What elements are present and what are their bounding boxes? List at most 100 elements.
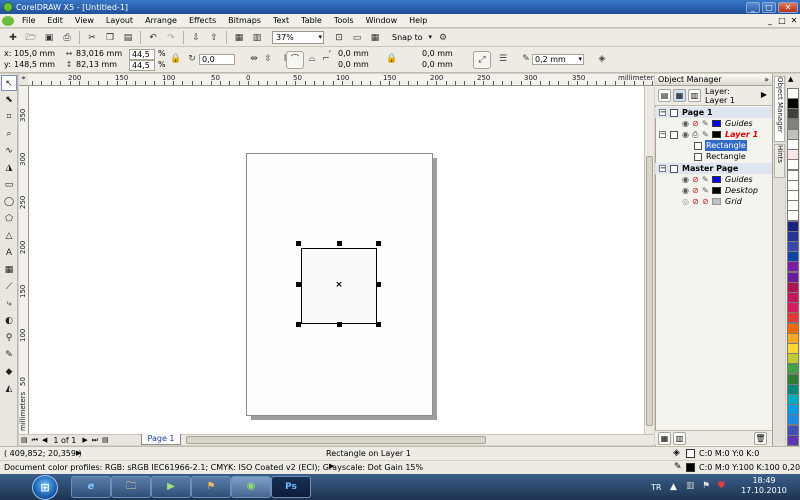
selection-handle[interactable] — [376, 282, 381, 287]
print-disabled-icon[interactable]: ⊘ — [692, 196, 699, 207]
vertical-scroll-thumb[interactable] — [646, 156, 653, 426]
internet-explorer-taskbar-icon[interactable]: e — [71, 476, 111, 498]
tree-object-rectangle-selected[interactable]: Rectangle — [655, 140, 772, 151]
horizontal-scroll-thumb[interactable] — [186, 436, 486, 444]
outline-width-combo[interactable]: 0,2 mm ▾ — [532, 54, 584, 65]
crop-tool-icon[interactable]: ⌗ — [1, 109, 17, 125]
horizontal-scrollbar[interactable] — [146, 434, 654, 445]
menu-tools[interactable]: Tools — [328, 16, 360, 25]
tree-layer-1[interactable]: − ◉ ⎙ ✎ Layer 1 — [655, 129, 772, 140]
visibility-eye-icon[interactable]: ◉ — [682, 174, 689, 185]
freehand-tool-icon[interactable]: ∿ — [1, 143, 17, 159]
menu-bitmaps[interactable]: Bitmaps — [222, 16, 267, 25]
zoom-level-combo[interactable]: 37% ▾ — [272, 31, 324, 44]
undo-icon[interactable]: ↶ — [146, 31, 160, 45]
rectangle-tool-icon[interactable]: ▭ — [1, 177, 17, 193]
lock-ratio-icon[interactable]: 🔒 — [170, 53, 182, 65]
tree-layer-grid[interactable]: ◎ ⊘ ⊘ Grid — [655, 196, 772, 207]
text-tool-icon[interactable]: A — [1, 245, 17, 261]
pick-tool-icon[interactable]: ↖ — [1, 75, 17, 91]
docker-close-icon[interactable]: » — [764, 74, 769, 86]
open-icon[interactable]: 🗁 — [24, 31, 38, 45]
docker-menu-arrow-icon[interactable]: ▶ — [759, 89, 769, 102]
zoom-tool-icon[interactable]: ⌕ — [1, 126, 17, 142]
relative-scaling-button[interactable]: ⤢ — [473, 51, 491, 69]
delete-icon[interactable]: 🗑 — [754, 432, 767, 445]
corner-bottom-right-field[interactable]: 0,0 mm — [420, 60, 460, 71]
last-page-icon[interactable]: ⏭ — [92, 436, 98, 445]
visibility-hidden-icon[interactable]: ◎ — [682, 196, 689, 207]
menu-help[interactable]: Help — [403, 16, 433, 25]
print-disabled-icon[interactable]: ⊘ — [692, 118, 699, 129]
corner-top-left-field[interactable]: 0,0 mm — [336, 49, 376, 60]
collapse-icon[interactable]: − — [659, 109, 666, 116]
selection-handle[interactable] — [337, 322, 342, 327]
menu-table[interactable]: Table — [295, 16, 328, 25]
fill-color-swatch[interactable] — [686, 449, 695, 458]
explorer-taskbar-icon[interactable]: 🗀 — [111, 476, 151, 498]
show-properties-icon[interactable]: ▤ — [658, 89, 671, 102]
edit-pen-icon[interactable]: ✎ — [702, 185, 709, 196]
edit-disabled-icon[interactable]: ⊘ — [702, 196, 709, 207]
show-grid-icon[interactable]: ▦ — [368, 31, 382, 45]
collapse-icon[interactable]: − — [659, 165, 666, 172]
convert-to-curves-icon[interactable]: ◈ — [596, 53, 608, 65]
object-height-field[interactable]: 82,13 mm — [76, 60, 117, 70]
selection-handle[interactable] — [296, 322, 301, 327]
menu-view[interactable]: View — [69, 16, 100, 25]
center-marker-icon[interactable]: × — [335, 280, 343, 290]
palette-scroll-up-icon[interactable]: ▲ — [788, 75, 793, 83]
x-position-field[interactable]: 105,0 mm — [14, 49, 55, 59]
dimension-tool-icon[interactable]: ⟋ — [1, 279, 17, 295]
status-expand-icon[interactable]: ▶ — [76, 449, 81, 457]
doc-minimize-button[interactable]: _ — [764, 15, 776, 26]
scale-width-field[interactable]: 44,5 — [129, 49, 155, 60]
photoshop-taskbar-icon[interactable]: Ps — [271, 476, 311, 498]
corner-bottom-left-field[interactable]: 0,0 mm — [336, 60, 376, 71]
selection-handle[interactable] — [296, 241, 301, 246]
add-page-icon[interactable]: ▤ — [102, 436, 109, 444]
outline-tool-icon[interactable]: ✎ — [1, 347, 17, 363]
next-page-icon[interactable]: ▶ — [82, 436, 87, 444]
interactive-fill-tool-icon[interactable]: ◭ — [1, 381, 17, 397]
system-clock[interactable]: 18:49 17.10.2010 — [740, 476, 788, 498]
tree-master-page[interactable]: − Master Page — [655, 163, 772, 174]
tree-layer-desktop[interactable]: ◉ ⊘ ✎ Desktop — [655, 185, 772, 196]
scalloped-corner-icon[interactable]: ⌓ — [306, 53, 318, 65]
first-page-icon[interactable]: ⏮ — [32, 436, 38, 445]
eyedropper-tool-icon[interactable]: ⚲ — [1, 330, 17, 346]
selection-handle[interactable] — [296, 282, 301, 287]
rotation-angle-field[interactable]: 0,0 — [199, 54, 235, 65]
edit-pen-icon[interactable]: ✎ — [702, 118, 709, 129]
connector-tool-icon[interactable]: ⤷ — [1, 296, 17, 312]
maximize-button[interactable]: □ — [762, 1, 776, 13]
new-document-icon[interactable]: ✚ — [6, 31, 20, 45]
outline-color-swatch[interactable] — [686, 463, 695, 472]
menu-layout[interactable]: Layout — [100, 16, 139, 25]
doc-restore-button[interactable]: □ — [776, 15, 788, 26]
cut-icon[interactable]: ✂ — [85, 31, 99, 45]
tray-chevron-icon[interactable]: ▲ — [670, 482, 677, 492]
lock-corners-icon[interactable]: 🔒 — [386, 53, 398, 65]
y-position-field[interactable]: 148,5 mm — [14, 60, 55, 70]
menu-window[interactable]: Window — [360, 16, 404, 25]
mirror-vertical-icon[interactable]: ⇳ — [262, 53, 274, 65]
menu-edit[interactable]: Edit — [41, 16, 69, 25]
menu-arrange[interactable]: Arrange — [139, 16, 183, 25]
import-icon[interactable]: ⇩ — [189, 31, 203, 45]
edit-pen-icon[interactable]: ✎ — [702, 129, 709, 140]
print-disabled-icon[interactable]: ⊘ — [692, 185, 699, 196]
page-options-icon[interactable]: ▤ — [21, 436, 28, 444]
collapse-icon[interactable]: − — [659, 131, 666, 138]
tree-layer-guides-master[interactable]: ◉ ⊘ ✎ Guides — [655, 174, 772, 185]
copy-icon[interactable]: ❐ — [103, 31, 117, 45]
corner-top-right-field[interactable]: 0,0 mm — [420, 49, 460, 60]
selection-handle[interactable] — [376, 241, 381, 246]
tree-layer-guides[interactable]: ◉ ⊘ ✎ Guides — [655, 118, 772, 129]
visibility-eye-icon[interactable]: ◉ — [682, 118, 689, 129]
scale-height-field[interactable]: 44,5 — [129, 60, 155, 71]
coreldraw-taskbar-icon[interactable]: ◉ — [231, 476, 271, 498]
layer-manager-view-icon[interactable]: ▥ — [688, 89, 701, 102]
round-corner-button[interactable]: ⌒ — [286, 51, 304, 69]
menu-effects[interactable]: Effects — [183, 16, 222, 25]
